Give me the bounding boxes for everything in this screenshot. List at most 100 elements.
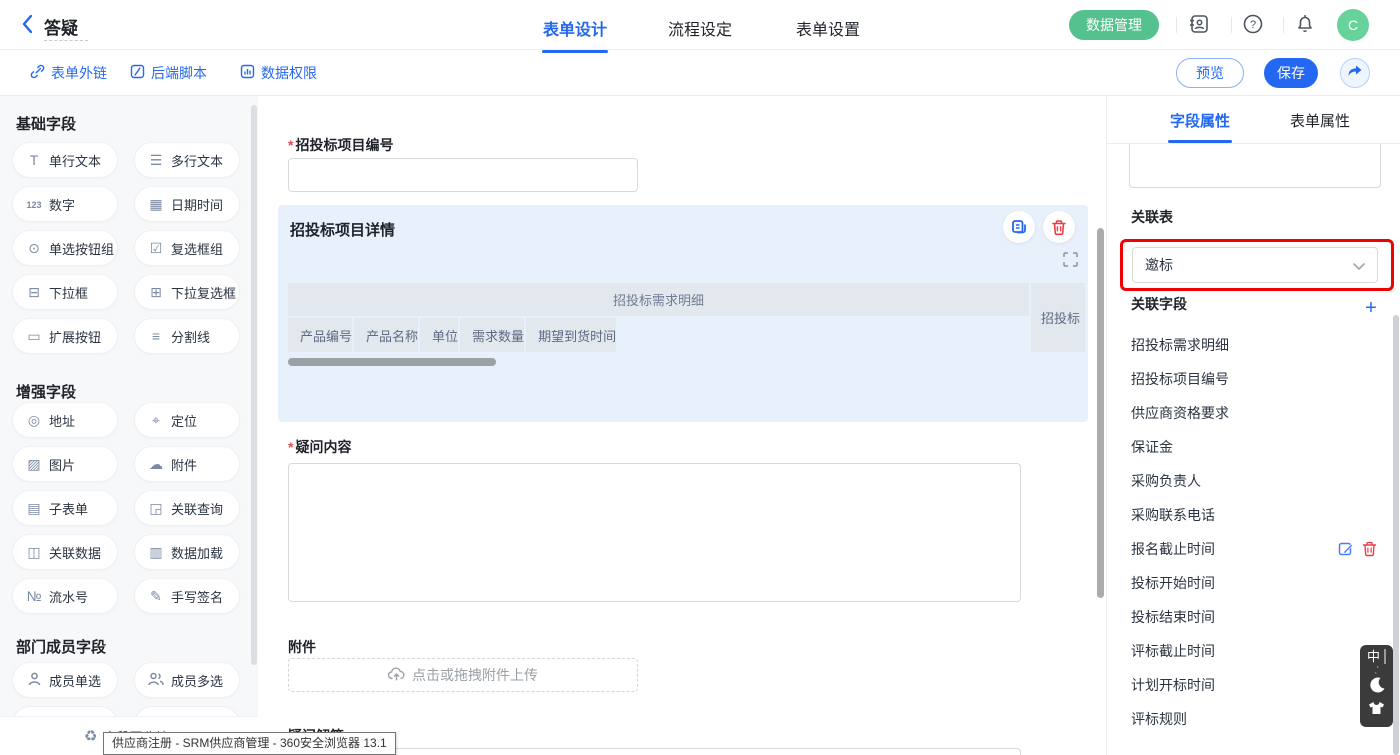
field-pill[interactable]: 123数字: [12, 186, 118, 222]
link-icon: [30, 64, 45, 82]
svg-text:?: ?: [1250, 19, 1256, 31]
member-multi-icon: [148, 672, 164, 689]
edit-icon[interactable]: [1338, 541, 1354, 557]
backend-script-link[interactable]: 后端脚本: [130, 63, 207, 83]
related-field-item[interactable]: 供应商资格要求: [1107, 396, 1400, 430]
data-manage-button[interactable]: 数据管理: [1069, 10, 1159, 40]
tab-field-properties[interactable]: 字段属性: [1167, 110, 1233, 131]
related-field-item[interactable]: 投标开始时间: [1107, 566, 1400, 600]
member-single-icon: [26, 672, 42, 689]
field-pill[interactable]: ≡分割线: [134, 318, 240, 354]
clipped-textarea[interactable]: [1129, 144, 1381, 188]
divider: [1176, 17, 1177, 33]
preview-button[interactable]: 预览: [1176, 58, 1244, 88]
add-field-icon[interactable]: +: [1361, 298, 1381, 318]
section-title-enhanced-fields: 增强字段: [16, 381, 76, 402]
help-icon[interactable]: ?: [1242, 13, 1266, 37]
panel-scrollbar[interactable]: [1393, 315, 1399, 755]
tab-flow-setting[interactable]: 流程设定: [665, 16, 735, 40]
table-column-headers: 产品编号产品名称单位需求数量期望到货时间: [288, 318, 1029, 352]
field-pill[interactable]: ◲关联查询: [134, 490, 240, 526]
field-label-attachment: 附件: [288, 637, 316, 657]
related-field-item[interactable]: 报名截止时间: [1107, 532, 1400, 566]
table-column-header: 期望到货时间: [526, 318, 616, 352]
field-pill[interactable]: ▥数据加载: [134, 534, 240, 570]
address-icon: ◎: [26, 412, 42, 428]
checkbox-group-icon: ☑: [148, 240, 164, 256]
related-field-item[interactable]: 投标结束时间: [1107, 600, 1400, 634]
table-horizontal-scrollbar[interactable]: [288, 358, 496, 366]
field-pill[interactable]: ◎地址: [12, 402, 118, 438]
related-field-item[interactable]: 计划开标时间: [1107, 668, 1400, 702]
field-pill[interactable]: ☰多行文本: [134, 142, 240, 178]
attachment-icon: ☁: [148, 456, 164, 472]
expand-icon[interactable]: [1063, 252, 1078, 267]
subform-panel-selected[interactable]: 招投标项目详情 招投标需求明细 产品编号产品名称单位需求数量期望到货时间 招投标: [278, 205, 1088, 422]
table-group-header: 招投标需求明细: [288, 283, 1029, 316]
data-permission-link[interactable]: 数据权限: [240, 63, 317, 83]
field-pill[interactable]: ▤子表单: [12, 490, 118, 526]
related-field-item[interactable]: 采购联系电话: [1107, 498, 1400, 532]
night-mode-icon[interactable]: [1368, 676, 1386, 699]
contacts-book-icon[interactable]: [1188, 13, 1212, 37]
copy-field-button[interactable]: [1003, 211, 1035, 243]
answer-input-clipped[interactable]: [288, 748, 1021, 755]
datetime-icon: ▦: [148, 196, 164, 212]
signature-icon: ✎: [148, 588, 164, 604]
attachment-upload-area[interactable]: 点击或拖拽附件上传: [288, 658, 638, 692]
back-icon[interactable]: [20, 14, 40, 36]
field-pill[interactable]: ✎手写签名: [134, 578, 240, 614]
sidebar-scrollbar[interactable]: [251, 105, 257, 665]
field-pill[interactable]: ⊞下拉复选框: [134, 274, 240, 310]
related-field-item[interactable]: 招投标需求明细: [1107, 328, 1400, 362]
trash-icon[interactable]: [1362, 541, 1377, 557]
field-pill[interactable]: ▦日期时间: [134, 186, 240, 222]
related-table-label: 关联表: [1131, 207, 1173, 227]
field-pill[interactable]: ⊟下拉框: [12, 274, 118, 310]
field-library-sidebar: 基础字段 T单行文本☰多行文本123数字▦日期时间⊙单选按钮组☑复选框组⊟下拉框…: [0, 96, 258, 755]
related-table-select[interactable]: 邀标: [1132, 247, 1378, 283]
field-pill[interactable]: ⌖定位: [134, 402, 240, 438]
field-pill[interactable]: 成员多选: [134, 662, 240, 698]
share-button[interactable]: [1340, 58, 1370, 88]
tab-form-properties[interactable]: 表单属性: [1287, 110, 1353, 131]
question-textarea[interactable]: [288, 463, 1021, 602]
related-field-item[interactable]: 招投标项目编号: [1107, 362, 1400, 396]
field-pill[interactable]: ☑复选框组: [134, 230, 240, 266]
tab-form-design[interactable]: 表单设计: [540, 16, 610, 40]
field-pill[interactable]: 成员单选: [12, 662, 118, 698]
tab-form-setting[interactable]: 表单设置: [793, 16, 863, 40]
bell-icon[interactable]: [1294, 13, 1318, 37]
field-pill[interactable]: ☁附件: [134, 446, 240, 482]
related-field-item[interactable]: 保证金: [1107, 430, 1400, 464]
location-icon: ⌖: [148, 412, 164, 428]
field-pill[interactable]: №流水号: [12, 578, 118, 614]
related-query-icon: ◲: [148, 500, 164, 516]
table-column-header: 产品编号: [288, 318, 352, 352]
divider: [1283, 17, 1284, 33]
subform-icon: ▤: [26, 500, 42, 516]
ime-mark-icon: ˰ʹ: [1374, 666, 1378, 674]
avatar[interactable]: C: [1337, 9, 1369, 41]
ime-widget[interactable]: 中 ˰ʹ: [1360, 645, 1393, 727]
form-external-link[interactable]: 表单外链: [30, 63, 107, 83]
title-edit-underline: [44, 40, 88, 41]
table-column-header: 单位: [420, 318, 458, 352]
project-no-input[interactable]: [288, 158, 638, 192]
delete-field-button[interactable]: [1043, 211, 1075, 243]
data-permission-icon: [240, 64, 255, 82]
field-pill[interactable]: ⊙单选按钮组: [12, 230, 118, 266]
related-field-item[interactable]: 采购负责人: [1107, 464, 1400, 498]
ime-chinese-indicator[interactable]: 中: [1367, 649, 1386, 664]
skin-shirt-icon[interactable]: [1368, 701, 1385, 720]
related-field-item[interactable]: 评标截止时间: [1107, 634, 1400, 668]
related-fields-list: 招投标需求明细 招投标项目编号 供应商资格要求 保证金: [1107, 328, 1400, 736]
field-pill[interactable]: ▨图片: [12, 446, 118, 482]
related-field-item[interactable]: 评标规则: [1107, 702, 1400, 736]
field-pill[interactable]: ◫关联数据: [12, 534, 118, 570]
field-pill[interactable]: T单行文本: [12, 142, 118, 178]
field-pill[interactable]: ▭扩展按钮: [12, 318, 118, 354]
canvas-scrollbar[interactable]: [1097, 228, 1104, 598]
multi-line-text-icon: ☰: [148, 152, 164, 168]
save-button[interactable]: 保存: [1264, 58, 1318, 88]
